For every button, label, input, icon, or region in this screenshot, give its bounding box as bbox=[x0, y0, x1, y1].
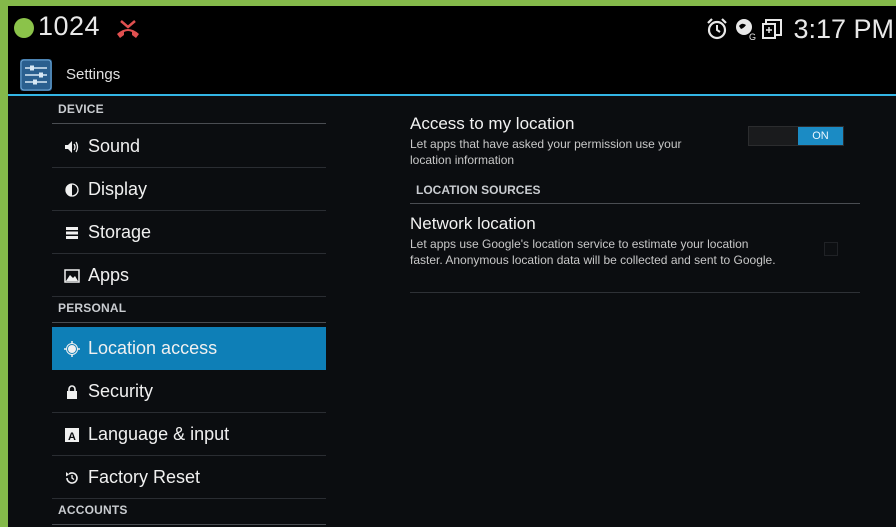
section-header-location-sources: LOCATION SOURCES bbox=[410, 178, 860, 204]
sidebar-item-sound[interactable]: Sound bbox=[52, 125, 326, 168]
svg-text:G: G bbox=[749, 32, 756, 41]
sidebar-item-apps[interactable]: Apps bbox=[52, 254, 326, 297]
notification-count: 1024 bbox=[38, 11, 101, 41]
clock: 3:17 PM bbox=[793, 13, 894, 44]
section-header-label: LOCATION SOURCES bbox=[416, 183, 541, 197]
alarm-icon bbox=[707, 18, 728, 40]
sidebar-item-factory-reset[interactable]: Factory Reset bbox=[52, 456, 326, 499]
action-bar: Settings bbox=[8, 52, 896, 96]
settings-screen: 1024 G 3:17 PM Settings DEVICE Sound Dis… bbox=[8, 6, 896, 527]
missed-call-icon bbox=[117, 20, 139, 38]
notification-dot-icon bbox=[14, 18, 34, 38]
sidebar-item-label: Language & input bbox=[88, 424, 230, 444]
sidebar-item-storage[interactable]: Storage bbox=[52, 211, 326, 254]
screenshot-icon bbox=[762, 19, 783, 39]
sidebar-item-location-access[interactable]: Location access bbox=[52, 327, 326, 370]
sidebar-item-label: Location access bbox=[88, 338, 218, 358]
section-header-label: PERSONAL bbox=[58, 301, 127, 315]
sidebar-item-display[interactable]: Display bbox=[52, 168, 326, 211]
reset-icon bbox=[66, 472, 78, 484]
network-location-pref[interactable]: Network location Let apps use Google's l… bbox=[410, 214, 860, 268]
apps-icon bbox=[64, 269, 80, 283]
section-header-device: DEVICE bbox=[52, 98, 326, 124]
pref-title: Network location bbox=[410, 214, 536, 233]
sidebar-item-language-input[interactable]: A Language & input bbox=[52, 413, 326, 456]
section-header-accounts: ACCOUNTS bbox=[52, 499, 326, 525]
toggle-on-label: ON bbox=[798, 127, 843, 145]
sidebar-item-label: Apps bbox=[88, 265, 130, 285]
section-header-personal: PERSONAL bbox=[52, 297, 326, 323]
sound-icon bbox=[65, 141, 79, 153]
sidebar-item-label: Security bbox=[88, 381, 154, 401]
svg-text:A: A bbox=[68, 431, 76, 443]
pref-summary: Let apps that have asked your permission… bbox=[410, 137, 682, 167]
sidebar-item-label: Storage bbox=[88, 222, 152, 242]
keyboard-icon: A bbox=[65, 428, 79, 443]
settings-app-icon[interactable] bbox=[20, 59, 52, 91]
location-icon bbox=[64, 341, 80, 357]
network-location-checkbox[interactable] bbox=[824, 242, 838, 256]
sidebar-item-label: Factory Reset bbox=[88, 467, 201, 487]
storage-icon bbox=[66, 227, 78, 239]
pref-summary: Let apps use Google's location service t… bbox=[410, 237, 776, 267]
location-service-icon: G bbox=[736, 19, 756, 41]
sidebar-item-label: Sound bbox=[88, 136, 141, 156]
section-header-label: DEVICE bbox=[58, 102, 104, 116]
sidebar-item-label: Display bbox=[88, 179, 148, 199]
settings-sidebar: DEVICE Sound Display Storage Apps PERSON… bbox=[8, 98, 326, 527]
status-icons: G 3:17 PM bbox=[705, 11, 896, 47]
page-title: Settings bbox=[66, 66, 121, 83]
display-icon bbox=[65, 183, 79, 197]
status-bar: 1024 G 3:17 PM bbox=[8, 6, 896, 52]
divider bbox=[410, 292, 860, 293]
sidebar-item-security[interactable]: Security bbox=[52, 370, 326, 413]
lock-icon bbox=[67, 385, 77, 399]
location-access-toggle[interactable]: ON bbox=[748, 126, 844, 146]
location-settings-pane: Access to my location Let apps that have… bbox=[326, 98, 896, 527]
section-header-label: ACCOUNTS bbox=[58, 503, 128, 517]
